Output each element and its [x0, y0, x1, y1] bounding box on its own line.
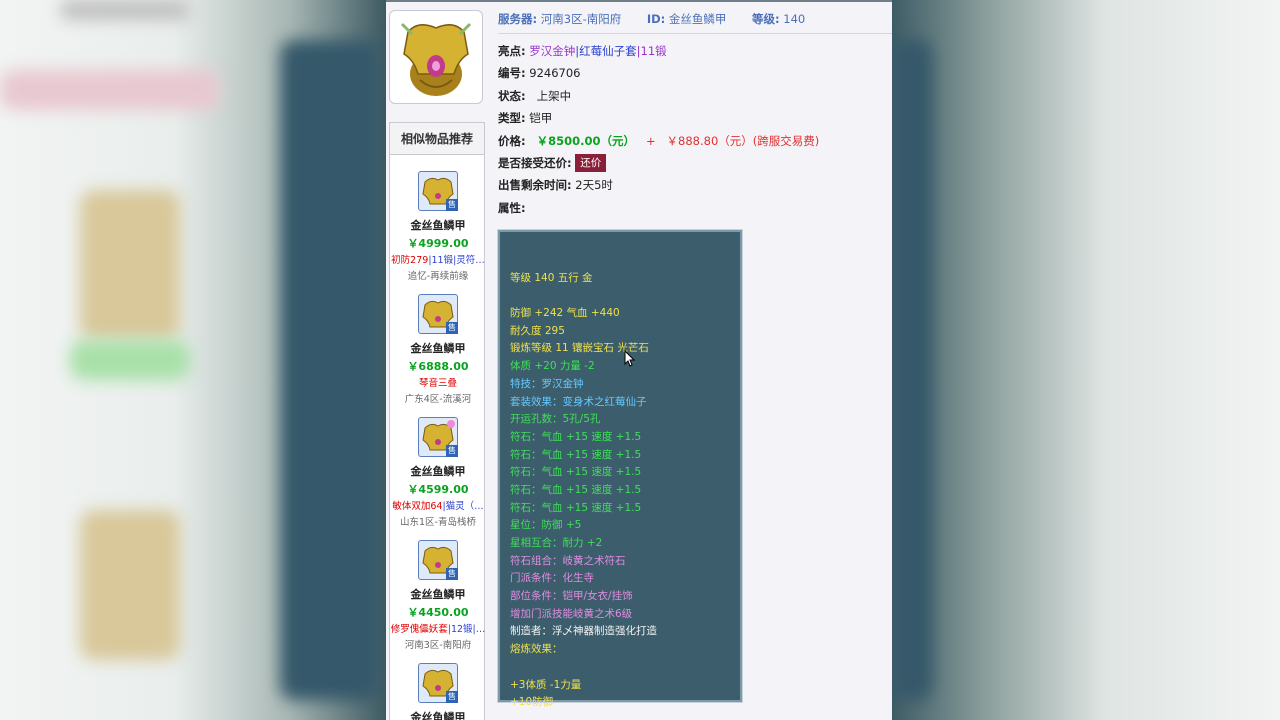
- similar-item-price: ￥6888.00: [407, 360, 469, 373]
- price-value: ￥8500.00（元）: [536, 133, 635, 148]
- attribute-line: 耐久度 295: [510, 324, 565, 337]
- similar-item[interactable]: 售 金丝鱼鳞甲 ￥4599.00 敏体双加64|猫灵（… 山东1区-青岛栈桥: [390, 417, 486, 528]
- highlight-row: 亮点: 罗汉金钟|红莓仙子套|11锻: [498, 44, 667, 58]
- header-row: 服务器: 河南3区-南阳府 ID: 金丝鱼鳞甲 等级: 140: [498, 8, 892, 34]
- similar-item-server: 追忆-再续前缘: [407, 271, 469, 282]
- similar-item-server: 河南3区-南阳府: [404, 640, 472, 651]
- sale-tag-icon: 售: [446, 445, 458, 457]
- status-row: 状态: 上架中: [498, 88, 572, 103]
- remaining-time-value: 2天5时: [575, 178, 613, 193]
- attribute-line: +3体质 -1力量: [510, 678, 582, 691]
- attribute-line: [510, 252, 740, 270]
- mouse-pointer-icon: [624, 350, 636, 367]
- similar-item-name[interactable]: 金丝鱼鳞甲: [390, 709, 486, 720]
- number-value: 9246706: [529, 66, 581, 81]
- blurred-background-left: [0, 0, 386, 720]
- attribute-line: 等级 140 五行 金: [510, 271, 593, 284]
- item-info: 服务器: 河南3区-南阳府 ID: 金丝鱼鳞甲 等级: 140 亮点: 罗汉金钟…: [498, 8, 892, 219]
- similar-item-name[interactable]: 金丝鱼鳞甲: [390, 463, 486, 479]
- server-value: 河南3区-南阳府: [540, 12, 622, 26]
- attributes-label-row: 属性:: [498, 200, 526, 215]
- similar-item[interactable]: 售 金丝鱼鳞甲 ￥4999.00 初防279|11锻|灵符… 追忆-再续前缘: [390, 171, 486, 282]
- golden-armor-icon: [400, 22, 472, 96]
- fee-value: ￥888.80（元）(跨服交易费): [666, 133, 820, 148]
- counter-offer-row: 是否接受还价: 还价: [498, 152, 892, 174]
- armor-thumbnail-icon[interactable]: 售: [418, 417, 458, 457]
- sale-tag-icon: 售: [446, 568, 458, 580]
- top-border: [386, 0, 892, 2]
- similar-item-name[interactable]: 金丝鱼鳞甲: [390, 217, 486, 233]
- similar-item-server: 广东4区-流溪河: [404, 394, 472, 405]
- attribute-line: 符石：气血 +15 速度 +1.5: [510, 466, 642, 479]
- highlight-set: |红莓仙子套: [575, 44, 637, 58]
- attribute-line: 制造者：浮乄神器制造强化打造: [510, 625, 657, 638]
- item-image[interactable]: [389, 10, 483, 104]
- type-row: 类型: 铠甲: [498, 111, 553, 126]
- similar-item-attrs: 修罗傀儡妖套|12锻|…: [390, 624, 486, 635]
- sale-tag-icon: 售: [446, 691, 458, 703]
- armor-thumbnail-icon[interactable]: 售: [418, 171, 458, 211]
- attribute-line: 开运孔数：5孔/5孔: [510, 413, 601, 426]
- attribute-line: 套装效果：变身术之红莓仙子: [510, 395, 647, 408]
- similar-item-price: ￥4599.00: [407, 483, 469, 496]
- attribute-line: [510, 659, 740, 677]
- attribute-line: 特技：罗汉金钟: [510, 377, 584, 390]
- item-detail-page: 相似物品推荐 售 金丝鱼鳞甲 ￥4999.00 初防279|11锻|灵符… 追忆…: [386, 0, 892, 720]
- highlight-forge: |11锻: [636, 44, 667, 58]
- highlight-skill: 罗汉金钟: [529, 44, 576, 58]
- similar-item[interactable]: 售 金丝鱼鳞甲 ￥4450.00 修罗傀儡妖套|12锻|… 河南3区-南阳府: [390, 540, 486, 651]
- similar-item-name[interactable]: 金丝鱼鳞甲: [390, 340, 486, 356]
- similar-item-attrs: 琴音三叠: [418, 378, 457, 389]
- armor-thumbnail-icon[interactable]: 售: [418, 294, 458, 334]
- armor-thumbnail-icon[interactable]: 售: [418, 540, 458, 580]
- attribute-line: 门派条件：化生寺: [510, 572, 594, 585]
- type-value: 铠甲: [529, 111, 553, 126]
- sale-tag-icon: 售: [446, 322, 458, 334]
- similar-item[interactable]: 售 金丝鱼鳞甲 ￥6888.00 琴音三叠 广东4区-流溪河: [390, 294, 486, 405]
- counter-offer-button[interactable]: 还价: [575, 154, 607, 173]
- remaining-time-row: 出售剩余时间: 2天5时: [498, 178, 613, 193]
- similar-item-attrs: 初防279|11锻|灵符…: [391, 255, 485, 266]
- similar-item-price: ￥4450.00: [407, 606, 469, 619]
- attribute-line: 符石：气血 +15 速度 +1.5: [510, 430, 642, 443]
- status-value: 上架中: [536, 88, 572, 103]
- attribute-line: 星位：防御 +5: [510, 519, 582, 532]
- attribute-line: [510, 287, 740, 305]
- left-column: 相似物品推荐 售 金丝鱼鳞甲 ￥4999.00 初防279|11锻|灵符… 追忆…: [387, 8, 485, 720]
- attribute-line: 增加门派技能岐黄之术6级: [510, 607, 633, 620]
- armor-thumbnail-icon[interactable]: 售: [418, 663, 458, 703]
- attribute-line: 符石：气血 +15 速度 +1.5: [510, 501, 642, 514]
- attribute-box: 等级 140 五行 金防御 +242 气血 +440 耐久度 295 锻炼等级 11…: [497, 229, 743, 708]
- attribute-line: 部位条件：铠甲/女衣/挂饰: [510, 590, 633, 603]
- attribute-line: +10防御: [510, 696, 554, 709]
- similar-items-title: 相似物品推荐: [390, 123, 484, 155]
- number-row: 编号: 9246706: [498, 66, 581, 81]
- similar-item-attrs: 敏体双加64|猫灵（…: [392, 501, 484, 512]
- sale-tag-icon: 售: [446, 199, 458, 211]
- level-value: 140: [783, 12, 806, 26]
- price-row: 价格: ￥8500.00（元） + ￥888.80（元）(跨服交易费): [498, 133, 820, 148]
- similar-item-price: ￥4999.00: [407, 237, 469, 250]
- attribute-line: 防御 +242 气血 +440: [510, 307, 620, 320]
- attribute-line: 符石：气血 +15 速度 +1.5: [510, 448, 642, 461]
- similar-item-name[interactable]: 金丝鱼鳞甲: [390, 586, 486, 602]
- attribute-line: 星相互合：耐力 +2: [510, 537, 603, 549]
- attribute-line: 符石：气血 +15 速度 +1.5: [510, 483, 642, 496]
- id-value: 金丝鱼鳞甲: [668, 12, 727, 26]
- similar-item-server: 山东1区-青岛栈桥: [400, 517, 476, 528]
- similar-item[interactable]: 售 金丝鱼鳞甲: [390, 663, 486, 720]
- similar-items-panel: 相似物品推荐 售 金丝鱼鳞甲 ￥4999.00 初防279|11锻|灵符… 追忆…: [389, 122, 485, 720]
- blurred-background-right: [892, 0, 1280, 720]
- attribute-line: 熔炼效果：: [510, 643, 563, 656]
- attribute-line: 符石组合：岐黄之术符石: [510, 554, 626, 567]
